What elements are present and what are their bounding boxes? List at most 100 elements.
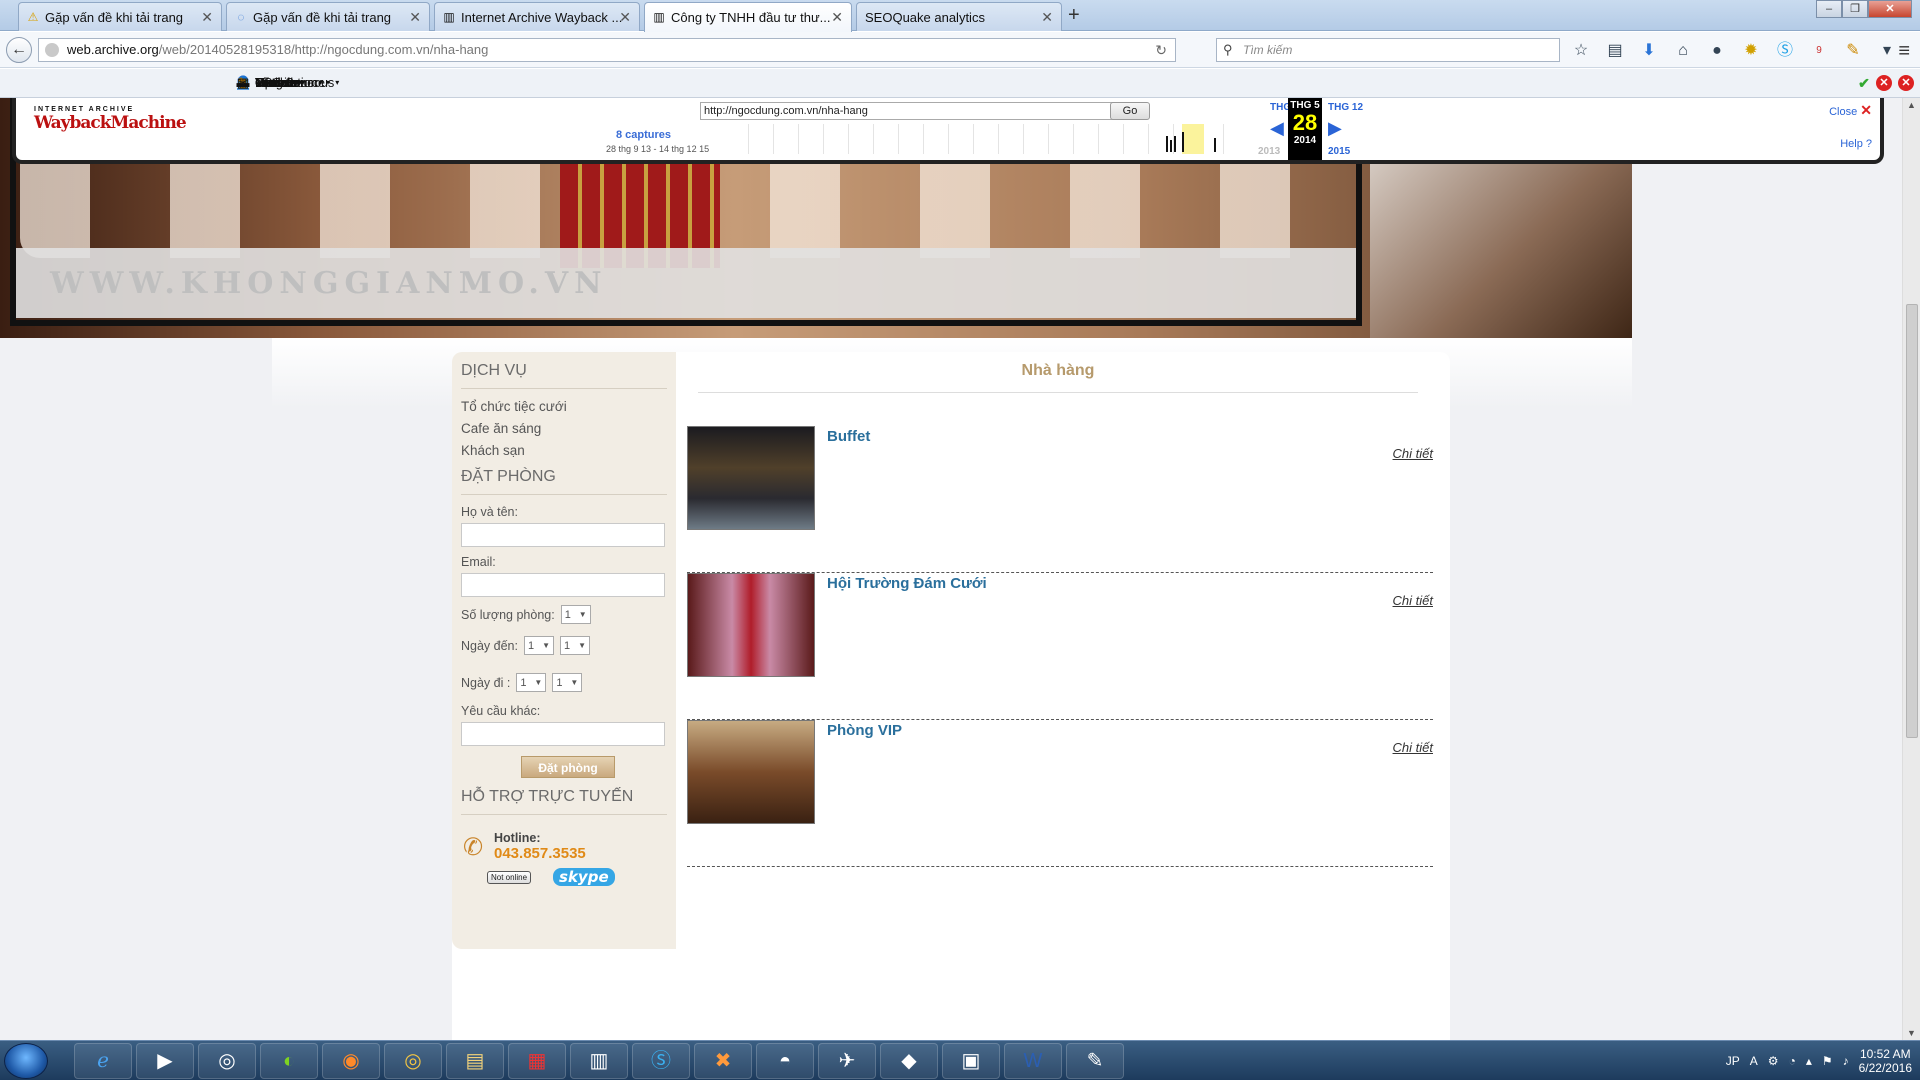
check-icon[interactable]: ✔	[1856, 75, 1872, 91]
other-request-field[interactable]	[461, 722, 665, 746]
scroll-up-icon[interactable]: ▲	[1907, 100, 1916, 110]
toolbar-icons: ☆ ▤ ⬇ ⌂ ● ✹ Ⓢ 9 ✎ ▾	[1570, 40, 1898, 62]
rooms-label: Số lượng phòng:	[461, 607, 555, 622]
skype-taskbar-icon[interactable]: Ⓢ	[632, 1043, 690, 1079]
wedding-hall-thumbnail[interactable]	[687, 573, 815, 677]
badge-icon[interactable]: 9	[1808, 40, 1830, 62]
scroll-down-icon[interactable]: ▼	[1907, 1028, 1916, 1038]
chrome-icon[interactable]: ◎	[198, 1043, 256, 1079]
name-field[interactable]	[461, 523, 665, 547]
wayback-prev-year: 2013	[1258, 146, 1281, 157]
red-app-icon[interactable]: ▦	[508, 1043, 566, 1079]
green-app-icon[interactable]: ◐	[260, 1043, 318, 1079]
tools-taskbar-icon[interactable]: ✈	[818, 1043, 876, 1079]
error-icon[interactable]: ✕	[1876, 75, 1892, 91]
chat-icon[interactable]: ●	[1706, 40, 1728, 62]
pencil-icon[interactable]: ✎	[1842, 40, 1864, 62]
wayback-close-button[interactable]: Close ✕	[1829, 102, 1872, 119]
download-icon[interactable]: ⬇	[1638, 40, 1660, 62]
tab-1[interactable]: ⚠ Gặp vấn đề khi tải trang ✕	[18, 2, 222, 31]
word-icon[interactable]: W	[1004, 1043, 1062, 1079]
leave-month-select[interactable]: 1 ▼	[552, 673, 583, 692]
service-link-breakfast[interactable]: Cafe ăn sáng	[461, 421, 667, 436]
extension-icon[interactable]: ✹	[1740, 40, 1762, 62]
volume-icon[interactable]: ♪	[1843, 1054, 1849, 1068]
online-status-badge[interactable]: Not online	[487, 870, 532, 884]
wayback-next-month[interactable]: THG 12	[1328, 102, 1363, 113]
wayback-logo[interactable]: INTERNET ARCHIVE WaybackMachine	[34, 106, 187, 146]
bookmarks-list-icon[interactable]: ▤	[1604, 40, 1626, 62]
help-icon: ?	[1865, 138, 1872, 150]
close-toolbar-icon[interactable]: ✕	[1898, 75, 1914, 91]
wayback-next-year[interactable]: 2015	[1328, 146, 1350, 157]
menu-icon[interactable]: ≡	[1898, 40, 1910, 63]
firefox-icon[interactable]: ◉	[322, 1043, 380, 1079]
home-icon[interactable]: ⌂	[1672, 40, 1694, 62]
language-indicator[interactable]: JP	[1726, 1054, 1740, 1068]
expand-tray-icon[interactable]: ▴	[1806, 1054, 1812, 1068]
detail-link[interactable]: Chi tiết	[1393, 446, 1433, 461]
online-status-row: Not online skype	[487, 868, 667, 886]
notepad-icon[interactable]: ▥	[570, 1043, 628, 1079]
wayback-go-button[interactable]: Go	[1110, 102, 1150, 120]
wayback-sparkline[interactable]	[724, 124, 1244, 154]
start-button[interactable]	[4, 1043, 48, 1079]
pokeball-icon[interactable]: ◓	[756, 1043, 814, 1079]
wayback-current-date: THG 5 28 2014	[1288, 98, 1322, 160]
wayback-range: 28 thg 9 13 - 14 thg 12 15	[606, 144, 710, 154]
service-link-hotel[interactable]: Khách sạn	[461, 443, 667, 458]
dropdown-icon[interactable]: ▾	[1876, 40, 1898, 62]
ime-icon[interactable]: A	[1750, 1054, 1758, 1068]
internet-explorer-icon[interactable]: ℯ	[74, 1043, 132, 1079]
email-field[interactable]	[461, 573, 665, 597]
item-title[interactable]: Hội Trường Đám Cưới	[827, 575, 987, 592]
reload-icon[interactable]: ↻	[1155, 39, 1167, 61]
close-window-button[interactable]: ✕	[1868, 0, 1912, 18]
paint-icon[interactable]: ✎	[1066, 1043, 1124, 1079]
system-tray: JP A ⚙ ◔ ▴ ⚑ ♪ 10:52 AM 6/22/2016	[1726, 1041, 1912, 1080]
wayback-help-button[interactable]: Help ?	[1840, 138, 1872, 150]
media-player-icon[interactable]: ▶	[136, 1043, 194, 1079]
detail-link[interactable]: Chi tiết	[1393, 593, 1433, 608]
scrollbar-thumb[interactable]	[1906, 304, 1918, 738]
skype-logo[interactable]: skype	[553, 868, 615, 886]
book-room-button[interactable]: Đặt phòng	[521, 756, 615, 778]
network-tray-icon[interactable]: ◔	[1789, 1054, 1796, 1068]
maximize-button[interactable]: ❐	[1842, 0, 1868, 18]
vip-room-thumbnail[interactable]	[687, 720, 815, 824]
page-scrollbar[interactable]: ▲ ▼	[1902, 98, 1920, 1040]
support-heading: HỖ TRỢ TRỰC TUYẾN	[461, 788, 667, 815]
close-icon[interactable]: ✕	[1041, 9, 1053, 26]
detail-link[interactable]: Chi tiết	[1393, 740, 1433, 755]
file-explorer-icon[interactable]: ▤	[446, 1043, 504, 1079]
wayback-captures[interactable]: 8 captures	[616, 129, 671, 141]
list-item: Buffet Chi tiết	[687, 426, 1433, 573]
leave-day-select[interactable]: 1 ▼	[516, 673, 547, 692]
leave-month-value: 1	[556, 676, 563, 689]
new-tab-button[interactable]: +	[1068, 4, 1080, 27]
bookmark-star-icon[interactable]: ☆	[1570, 40, 1592, 62]
back-button[interactable]: ←	[6, 37, 32, 63]
clock[interactable]: 10:52 AM 6/22/2016	[1859, 1047, 1912, 1075]
close-icon[interactable]: ✕	[201, 9, 213, 26]
item-title[interactable]: Buffet	[827, 428, 870, 445]
skype-icon[interactable]: Ⓢ	[1774, 40, 1796, 62]
service-link-wedding[interactable]: Tổ chức tiệc cưới	[461, 399, 667, 414]
buffet-thumbnail[interactable]	[687, 426, 815, 530]
wayback-next-arrow-icon[interactable]: ▶	[1328, 118, 1342, 139]
chrome-alt-icon[interactable]: ◎	[384, 1043, 442, 1079]
flag-icon[interactable]: ⚑	[1822, 1054, 1833, 1068]
vpn-icon[interactable]: ◆	[880, 1043, 938, 1079]
search-input[interactable]: ⚲ Tìm kiếm	[1216, 38, 1560, 62]
item-title[interactable]: Phòng VIP	[827, 722, 902, 739]
settings-tray-icon[interactable]: ⚙	[1768, 1054, 1779, 1068]
email-label: Email:	[461, 555, 496, 569]
rooms-select[interactable]: 1 ▼	[560, 605, 591, 624]
network-icon[interactable]: ▣	[942, 1043, 1000, 1079]
minimize-button[interactable]: –	[1816, 0, 1842, 18]
arrive-day-select[interactable]: 1 ▼	[523, 636, 554, 655]
xampp-icon[interactable]: ✖	[694, 1043, 752, 1079]
wayback-prev-arrow-icon[interactable]: ◀	[1270, 118, 1284, 139]
wayback-url-input[interactable]: http://ngocdung.com.vn/nha-hang	[700, 102, 1120, 120]
arrive-month-select[interactable]: 1 ▼	[559, 636, 590, 655]
